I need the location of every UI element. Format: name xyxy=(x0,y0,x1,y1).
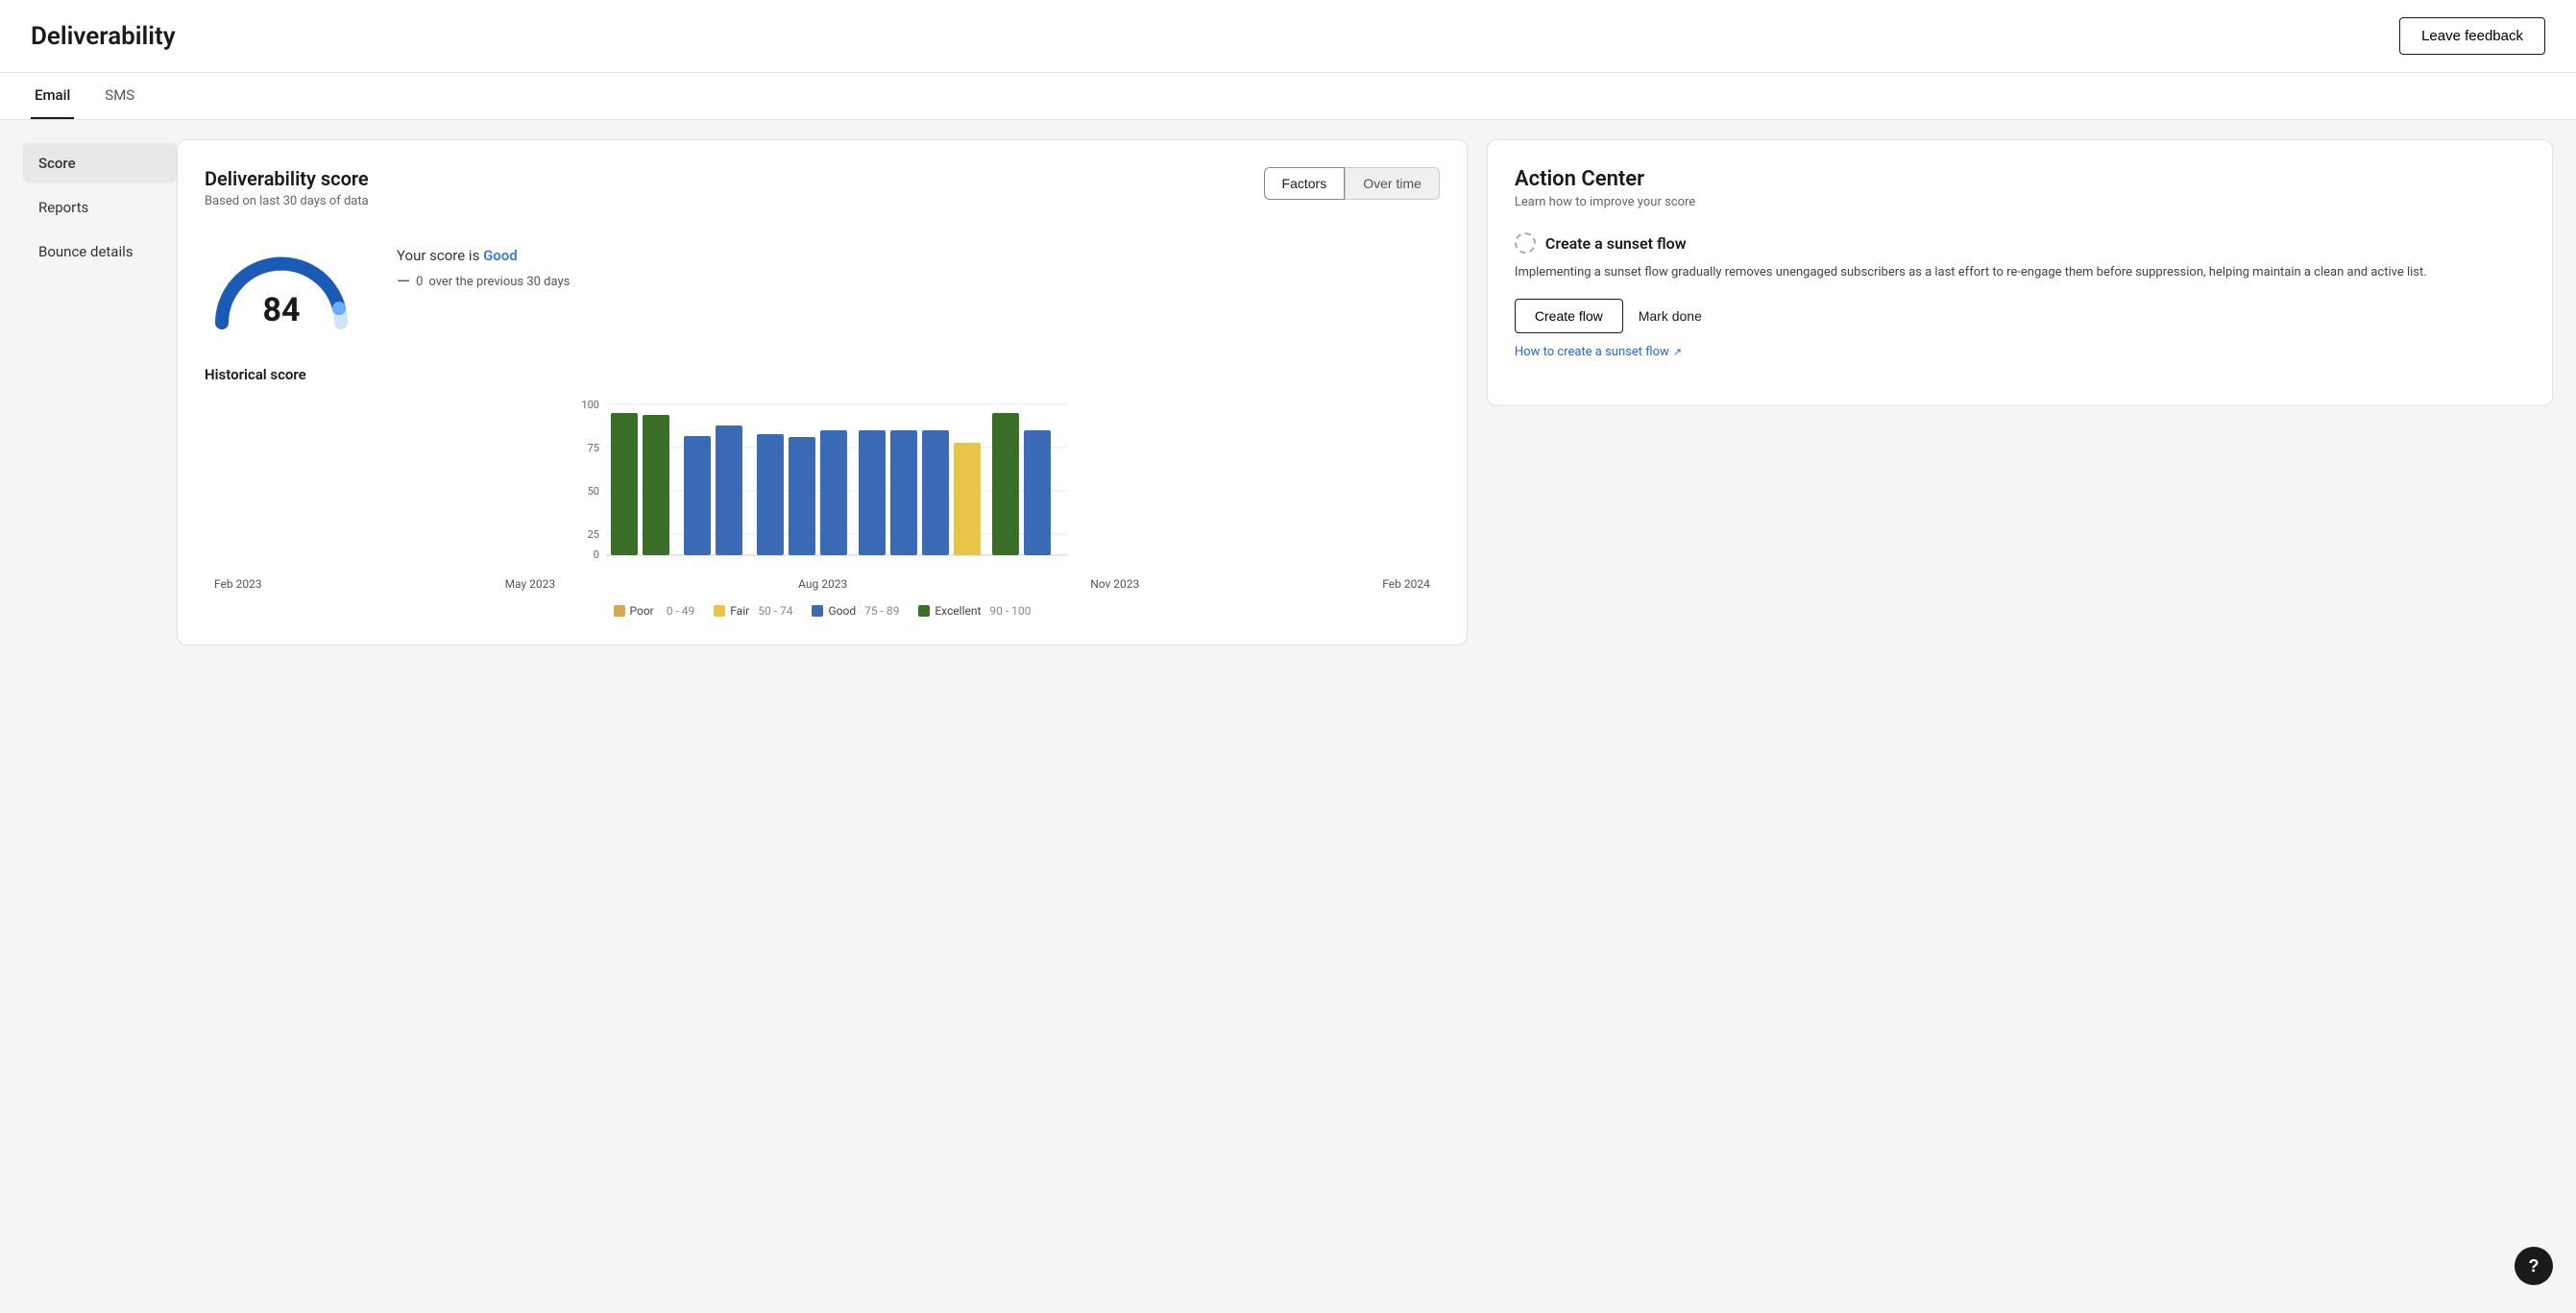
action-card: Action Center Learn how to improve your … xyxy=(1487,139,2553,406)
svg-text:75: 75 xyxy=(588,442,599,454)
score-status: Good xyxy=(483,247,518,264)
legend-fair: Fair 50 - 74 xyxy=(714,604,792,618)
score-card-subtitle: Based on last 30 days of data xyxy=(205,194,369,208)
over-time-toggle-btn[interactable]: Over time xyxy=(1345,167,1440,200)
gauge-number: 84 xyxy=(262,291,300,329)
action-item-desc: Implementing a sunset flow gradually rem… xyxy=(1515,263,2525,283)
svg-text:25: 25 xyxy=(588,528,599,541)
main-layout: Score Reports Bounce details Deliverabil… xyxy=(0,120,2576,1313)
svg-text:50: 50 xyxy=(588,485,599,498)
action-buttons: Create flow Mark done xyxy=(1515,299,2525,333)
score-change: — 0 over the previous 30 days xyxy=(397,272,570,292)
score-card-title: Deliverability score xyxy=(205,167,369,190)
svg-text:100: 100 xyxy=(581,399,599,411)
top-bar: Deliverability Leave feedback xyxy=(0,0,2576,73)
action-item-header: Create a sunset flow xyxy=(1515,232,2525,254)
legend-good-box xyxy=(812,605,823,617)
chart-legend: Poor 0 - 49 Fair 50 - 74 Good 75 - 89 Ex xyxy=(205,604,1440,618)
help-button[interactable]: ? xyxy=(2515,1247,2553,1285)
legend-poor: Poor 0 - 49 xyxy=(614,604,695,618)
chart-x-labels: Feb 2023 May 2023 Aug 2023 Nov 2023 Feb … xyxy=(205,577,1440,591)
score-label: Your score is Good xyxy=(397,247,570,264)
external-link-icon: ↗ xyxy=(1673,346,1682,358)
action-item: Create a sunset flow Implementing a suns… xyxy=(1515,232,2525,359)
tab-sms[interactable]: SMS xyxy=(101,73,138,119)
legend-excellent-box xyxy=(918,605,930,617)
mark-done-button[interactable]: Mark done xyxy=(1639,308,1702,324)
score-header: 84 Your score is Good — 0 over the previ… xyxy=(205,231,1440,337)
sidebar-item-score[interactable]: Score xyxy=(23,143,177,183)
score-info: Your score is Good — 0 over the previous… xyxy=(397,231,570,292)
score-toggle: Factors Over time xyxy=(1264,167,1440,200)
tabs-bar: Email SMS xyxy=(0,73,2576,120)
factors-toggle-btn[interactable]: Factors xyxy=(1264,167,1346,200)
legend-good: Good 75 - 89 xyxy=(812,604,899,618)
tab-email[interactable]: Email xyxy=(31,73,74,119)
page-title: Deliverability xyxy=(31,22,176,51)
how-to-link[interactable]: How to create a sunset flow ↗ xyxy=(1515,345,2525,359)
sidebar-item-reports[interactable]: Reports xyxy=(23,187,177,228)
bar-chart-svg: 100 75 50 25 0 xyxy=(205,397,1440,570)
svg-text:0: 0 xyxy=(594,548,599,561)
score-card: Deliverability score Based on last 30 da… xyxy=(177,139,1468,645)
feedback-button[interactable]: Leave feedback xyxy=(2399,17,2545,55)
legend-excellent: Excellent 90 - 100 xyxy=(918,604,1031,618)
action-card-subtitle: Learn how to improve your score xyxy=(1515,195,2525,209)
chart-area: 100 75 50 25 0 xyxy=(205,397,1440,570)
sidebar-item-bounce-details[interactable]: Bounce details xyxy=(23,231,177,272)
gauge-container: 84 xyxy=(205,231,358,337)
action-item-title: Create a sunset flow xyxy=(1545,234,1687,253)
create-flow-button[interactable]: Create flow xyxy=(1515,299,1623,333)
content-area: Deliverability score Based on last 30 da… xyxy=(177,139,2553,1294)
sidebar: Score Reports Bounce details xyxy=(23,139,177,1294)
legend-poor-box xyxy=(614,605,625,617)
dashed-circle-icon xyxy=(1515,232,1536,254)
action-card-title: Action Center xyxy=(1515,167,2525,191)
historical-title: Historical score xyxy=(205,366,1440,383)
legend-fair-box xyxy=(714,605,725,617)
